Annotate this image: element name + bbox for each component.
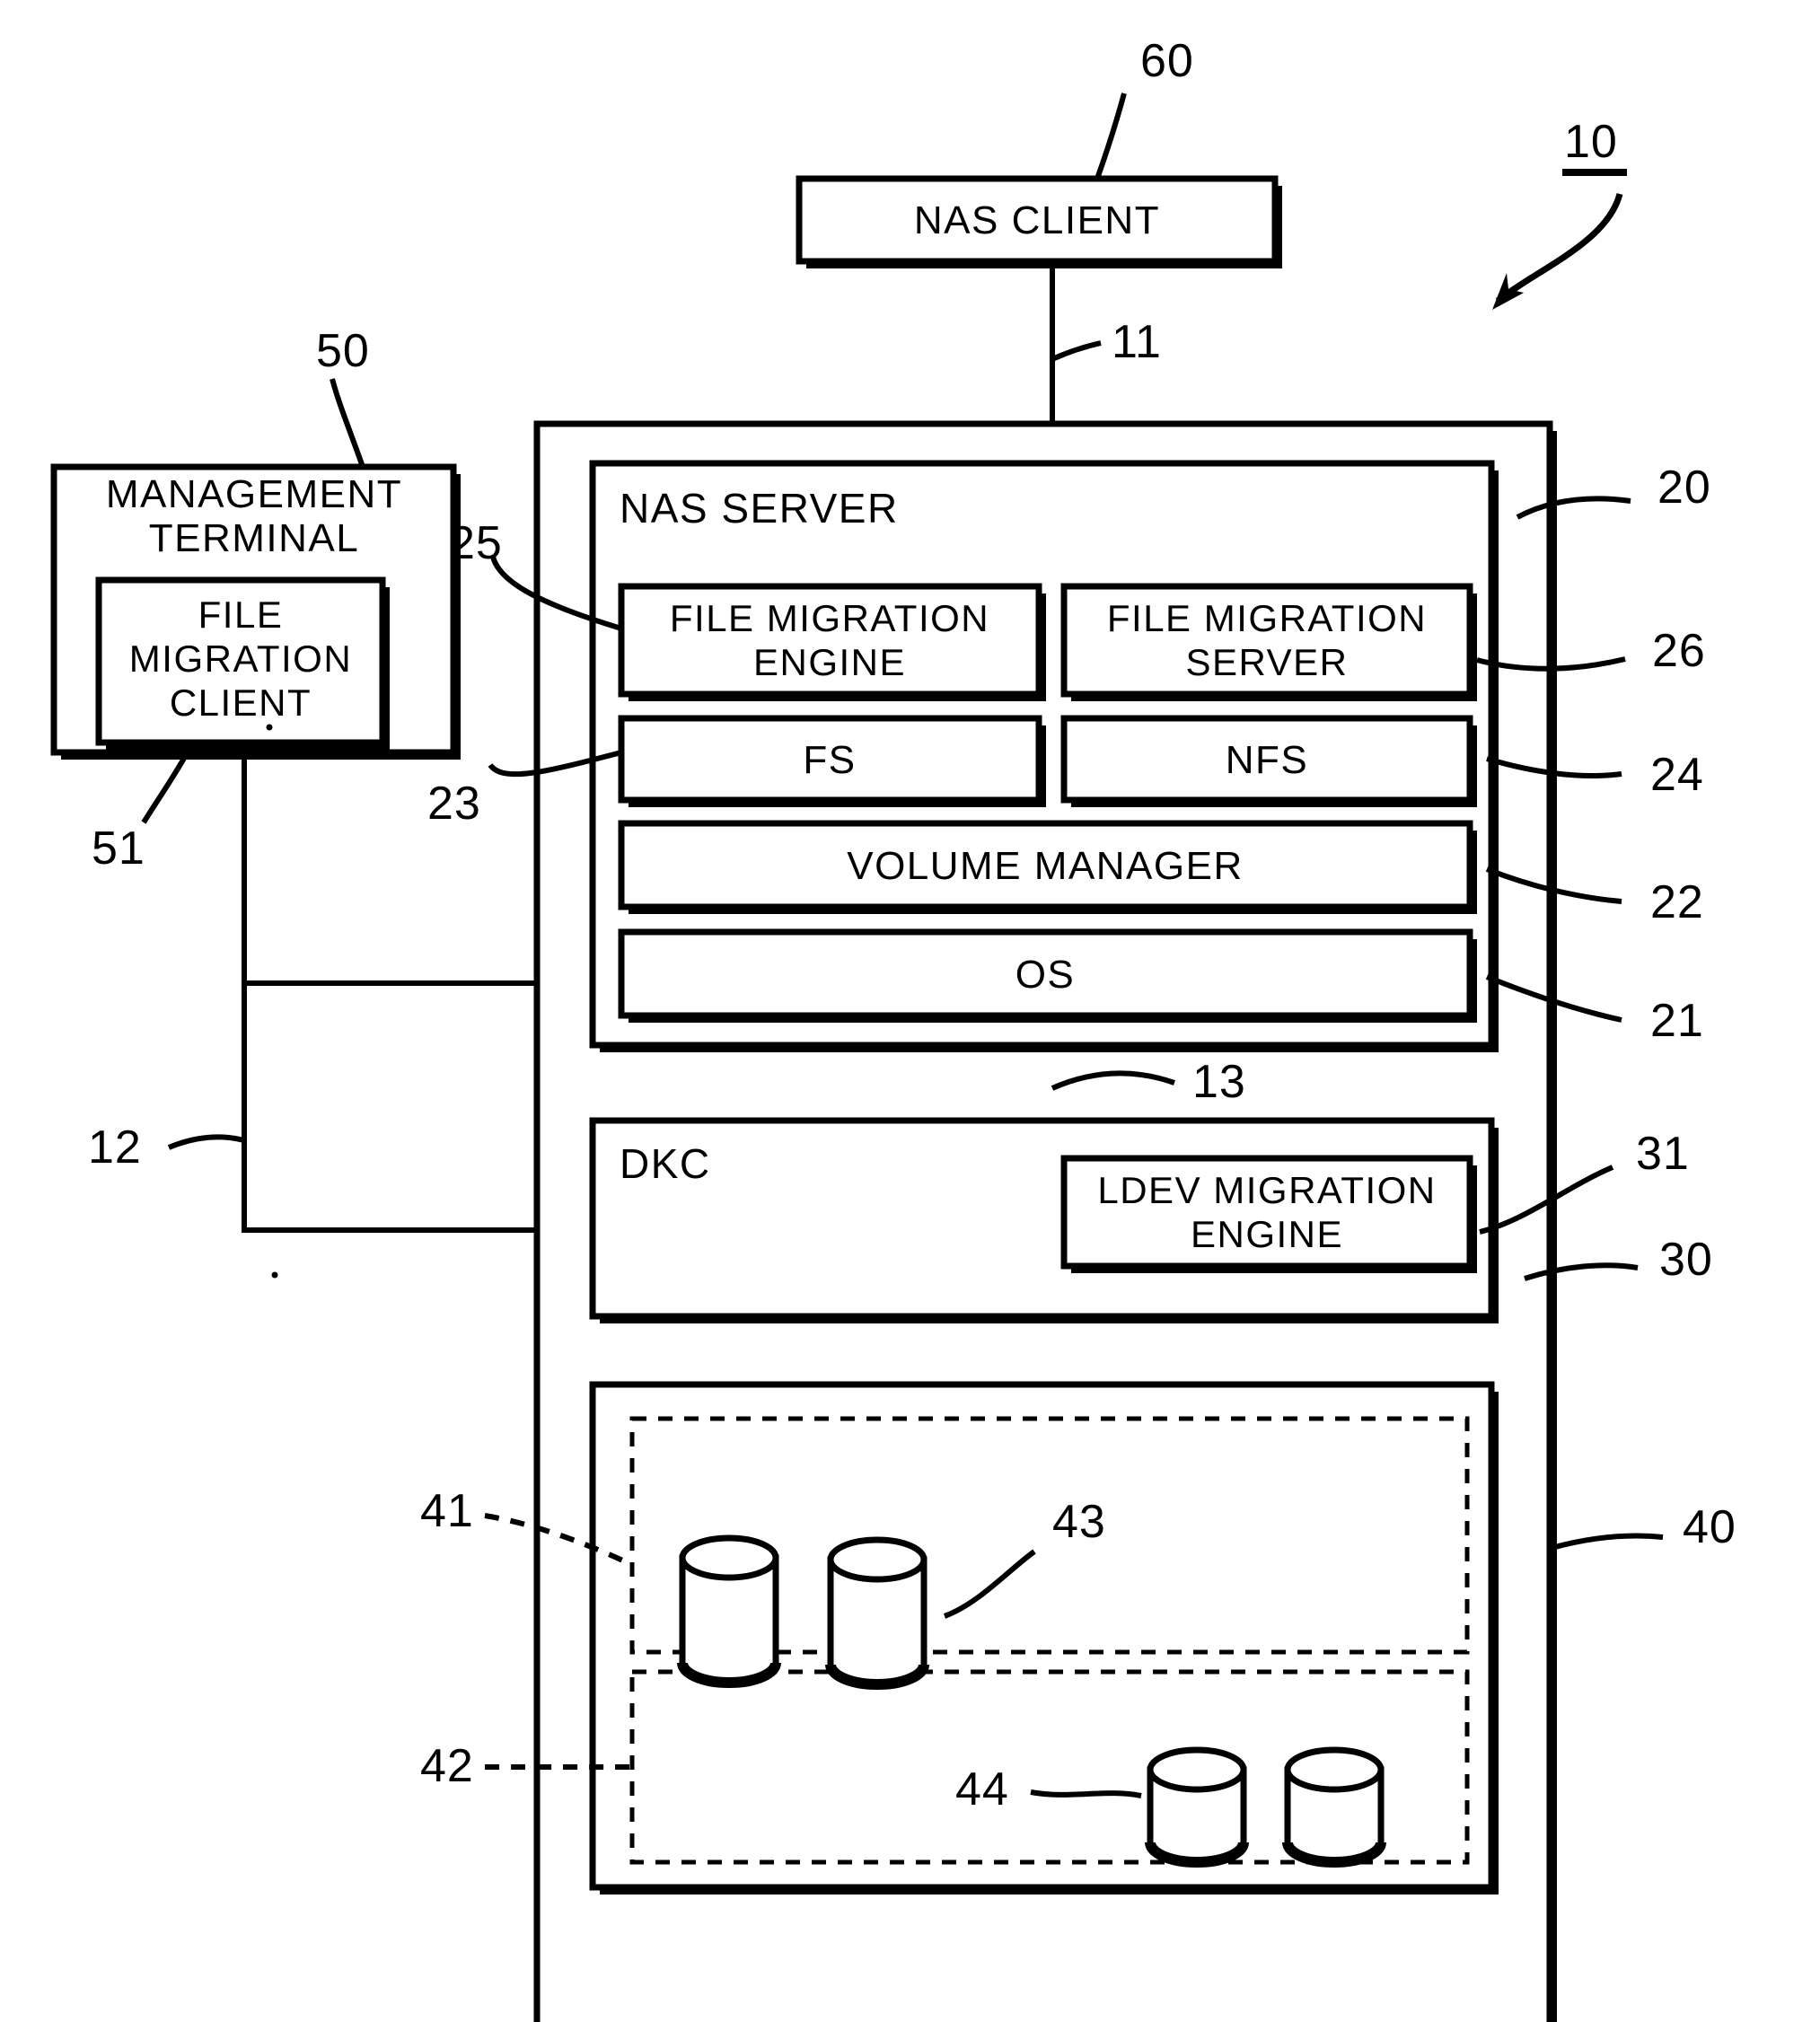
scan-speck-b [271, 1271, 278, 1279]
dkc-label: DKC [620, 1140, 711, 1187]
nas-server-box[interactable]: NAS SERVER FILE MIGRATION ENGINE FILE MI… [589, 460, 1499, 1052]
ref-number-11: 11 [1112, 316, 1162, 368]
ref-number-40: 40 [1683, 1501, 1736, 1553]
file-migration-client-line1: FILE [198, 593, 284, 636]
ref-number-51: 51 [92, 822, 145, 875]
management-terminal-label-line2: TERMINAL [149, 516, 359, 560]
ldev-cylinder-44-b [1282, 1746, 1386, 1868]
patent-figure: NAS CLIENT MANAGEMENT TERMINAL FILE MIGR… [0, 0, 1820, 2022]
ref-number-22: 22 [1650, 876, 1704, 928]
ref-number-12: 12 [88, 1121, 142, 1174]
os-box[interactable]: OS [618, 928, 1477, 1023]
ref-number-60: 60 [1140, 35, 1194, 87]
ref-number-23: 23 [427, 778, 481, 830]
dkc-box[interactable]: DKC LDEV MIGRATION ENGINE [589, 1117, 1499, 1323]
volume-manager-label: VOLUME MANAGER [847, 844, 1244, 888]
os-label: OS [1016, 953, 1076, 997]
ref-number-42: 42 [420, 1740, 474, 1792]
ldev-cylinder-44-a [1145, 1746, 1249, 1868]
storage-pool-container [589, 1381, 1499, 1895]
leader-11 [1051, 340, 1102, 362]
ldev-migration-engine-box[interactable]: LDEV MIGRATION ENGINE [1060, 1155, 1477, 1273]
ref-number-10: 10 [1564, 116, 1618, 168]
nas-server-label: NAS SERVER [620, 485, 899, 532]
leader-44 [1030, 1789, 1142, 1798]
ref-number-25: 25 [449, 517, 503, 569]
ref-number-41: 41 [420, 1485, 474, 1537]
ref-number-43: 43 [1052, 1496, 1106, 1548]
figure-canvas: NAS CLIENT MANAGEMENT TERMINAL FILE MIGR… [50, 35, 1736, 2022]
leader-40 [1551, 1533, 1664, 1551]
fs-label: FS [803, 738, 856, 782]
ref-number-31: 31 [1636, 1128, 1690, 1180]
file-migration-engine-line2: ENGINE [753, 641, 906, 683]
ldev-migration-engine-line1: LDEV MIGRATION [1097, 1169, 1436, 1211]
management-terminal-label-line1: MANAGEMENT [106, 472, 402, 516]
file-migration-client-line3: CLIENT [170, 681, 312, 724]
volume-manager-box[interactable]: VOLUME MANAGER [618, 820, 1477, 914]
ref-number-20: 20 [1657, 462, 1711, 514]
file-migration-server-line1: FILE MIGRATION [1107, 597, 1427, 639]
file-migration-server-line2: SERVER [1186, 641, 1349, 683]
ldev-cylinder-43-a [677, 1534, 781, 1688]
ref-number-21: 21 [1650, 995, 1704, 1047]
ldev-cylinder-43-b [825, 1536, 929, 1690]
nas-client-box[interactable]: NAS CLIENT [796, 175, 1282, 268]
ref-number-30: 30 [1659, 1234, 1713, 1286]
nas-client-label: NAS CLIENT [914, 198, 1160, 242]
ref-number-44: 44 [955, 1763, 1009, 1815]
ref-number-24: 24 [1650, 749, 1704, 801]
file-migration-client-box[interactable]: FILE MIGRATION CLIENT [95, 576, 390, 750]
ref-10-arrow-shaft [1495, 192, 1623, 303]
fs-box[interactable]: FS [618, 715, 1046, 807]
scan-speck-a [266, 724, 273, 731]
ldev-migration-engine-line2: ENGINE [1191, 1213, 1343, 1255]
ref-10-arrow-head [1492, 273, 1524, 310]
leader-12 [167, 1134, 245, 1150]
file-migration-engine-box[interactable]: FILE MIGRATION ENGINE [618, 583, 1046, 701]
nfs-box[interactable]: NFS [1060, 715, 1477, 807]
nfs-label: NFS [1226, 738, 1309, 782]
file-migration-client-line2: MIGRATION [129, 637, 352, 680]
management-terminal-box[interactable]: MANAGEMENT TERMINAL FILE MIGRATION CLIEN… [50, 463, 461, 760]
ref-number-50: 50 [316, 325, 370, 377]
leader-60 [1095, 92, 1127, 180]
file-migration-server-box[interactable]: FILE MIGRATION SERVER [1060, 583, 1477, 701]
ref-number-13: 13 [1192, 1056, 1246, 1108]
file-migration-engine-line1: FILE MIGRATION [670, 597, 989, 639]
leader-50 [330, 378, 365, 468]
ref-number-26: 26 [1652, 625, 1706, 677]
